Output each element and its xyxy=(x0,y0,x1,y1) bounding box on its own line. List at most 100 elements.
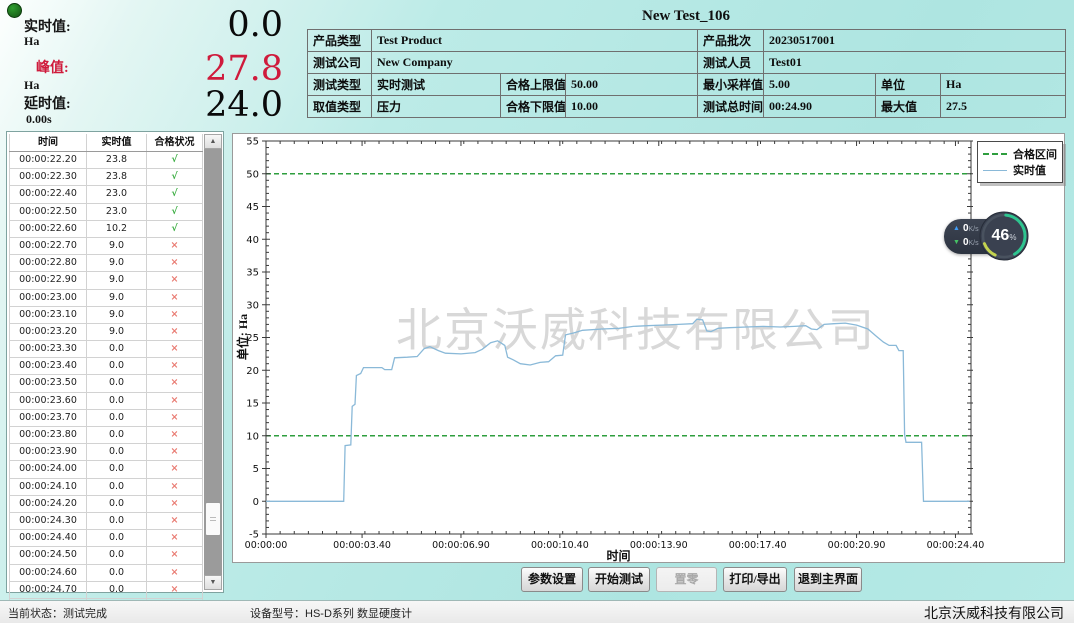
cross-icon: × xyxy=(147,461,203,477)
table-row[interactable]: 00:00:23.400.0× xyxy=(9,358,203,375)
table-row[interactable]: 00:00:22.2023.8√ xyxy=(9,152,203,169)
status-bar: 当前状态：测试完成 设备型号：HS-D系列 数显硬度计 北京沃威科技有限公司 xyxy=(0,600,1074,623)
table-row[interactable]: 00:00:24.700.0× xyxy=(9,582,203,599)
cell-value: 23.0 xyxy=(87,186,147,202)
table-row[interactable]: 00:00:22.809.0× xyxy=(9,255,203,272)
svg-text:30: 30 xyxy=(246,300,259,311)
cell-value: 0.0 xyxy=(87,358,147,374)
cell-time: 00:00:24.20 xyxy=(9,496,87,512)
table-row[interactable]: 00:00:22.709.0× xyxy=(9,238,203,255)
table-row[interactable]: 00:00:23.900.0× xyxy=(9,444,203,461)
scroll-down-icon[interactable]: ▼ xyxy=(204,575,222,590)
delay-value: 24.0 xyxy=(133,88,283,123)
cell-time: 00:00:23.30 xyxy=(9,341,87,357)
info-label: 最大值 xyxy=(876,96,941,118)
svg-text:北京沃威科技有限公司: 北京沃威科技有限公司 xyxy=(396,304,876,356)
svg-text:35: 35 xyxy=(246,268,259,279)
cross-icon: × xyxy=(147,341,203,357)
svg-text:单位: Ha: 单位: Ha xyxy=(235,314,250,360)
svg-text:0: 0 xyxy=(253,497,259,508)
cell-time: 00:00:23.90 xyxy=(9,444,87,460)
table-row[interactable]: 00:00:22.5023.0√ xyxy=(9,204,203,221)
table-row[interactable]: 00:00:23.209.0× xyxy=(9,324,203,341)
peak-unit: Ha xyxy=(24,78,39,93)
info-label: 单位 xyxy=(876,74,941,96)
legend-item-realtime: 实时值 xyxy=(983,162,1057,178)
table-row[interactable]: 00:00:23.109.0× xyxy=(9,307,203,324)
table-row[interactable]: 00:00:22.909.0× xyxy=(9,272,203,289)
check-icon: √ xyxy=(147,221,203,237)
zero-button[interactable]: 置零 xyxy=(656,567,717,592)
info-value: 10.00 xyxy=(566,96,698,118)
data-table-header: 时间 实时值 合格状况 xyxy=(9,134,203,152)
svg-text:55: 55 xyxy=(246,137,259,148)
chart-legend: 合格区间 实时值 xyxy=(977,141,1063,183)
table-row[interactable]: 00:00:23.700.0× xyxy=(9,410,203,427)
table-row[interactable]: 00:00:23.009.0× xyxy=(9,290,203,307)
col-header-value: 实时值 xyxy=(87,134,147,151)
table-row[interactable]: 00:00:24.300.0× xyxy=(9,513,203,530)
table-row[interactable]: 00:00:24.500.0× xyxy=(9,547,203,564)
status-company: 北京沃威科技有限公司 xyxy=(924,603,1064,623)
info-value: Ha xyxy=(941,74,1066,96)
cross-icon: × xyxy=(147,238,203,254)
cell-time: 00:00:24.10 xyxy=(9,479,87,495)
col-header-status: 合格状况 xyxy=(147,134,203,151)
cell-value: 9.0 xyxy=(87,307,147,323)
cell-time: 00:00:24.70 xyxy=(9,582,87,598)
info-value: Test01 xyxy=(764,52,1066,74)
cell-value: 23.0 xyxy=(87,204,147,220)
table-row[interactable]: 00:00:22.6010.2√ xyxy=(9,221,203,238)
data-table: 时间 实时值 合格状况 00:00:22.2023.8√00:00:22.302… xyxy=(9,134,203,616)
svg-text:10: 10 xyxy=(246,431,259,442)
start-test-button[interactable]: 开始测试 xyxy=(588,567,650,592)
scroll-up-icon[interactable]: ▲ xyxy=(204,134,222,149)
table-row[interactable]: 00:00:23.300.0× xyxy=(9,341,203,358)
scroll-thumb[interactable] xyxy=(205,502,221,536)
print-export-button[interactable]: 打印/导出 xyxy=(723,567,787,592)
cell-time: 00:00:23.50 xyxy=(9,375,87,391)
cell-time: 00:00:22.30 xyxy=(9,169,87,185)
table-row[interactable]: 00:00:23.800.0× xyxy=(9,427,203,444)
cell-time: 00:00:23.00 xyxy=(9,290,87,306)
cross-icon: × xyxy=(147,479,203,495)
table-row[interactable]: 00:00:23.600.0× xyxy=(9,393,203,410)
svg-text:20: 20 xyxy=(246,366,259,377)
table-row[interactable]: 00:00:24.000.0× xyxy=(9,461,203,478)
legend-dashed-line-icon xyxy=(983,153,1007,155)
info-value: 50.00 xyxy=(566,74,698,96)
table-row[interactable]: 00:00:24.400.0× xyxy=(9,530,203,547)
memory-percent: 46% xyxy=(976,208,1032,264)
exit-main-button[interactable]: 退到主界面 xyxy=(794,567,862,592)
table-row[interactable]: 00:00:24.600.0× xyxy=(9,565,203,582)
cell-time: 00:00:23.20 xyxy=(9,324,87,340)
cell-value: 9.0 xyxy=(87,255,147,271)
cell-time: 00:00:24.30 xyxy=(9,513,87,529)
info-table-body: 产品类型Test Product产品批次20230517001测试公司New C… xyxy=(308,30,1066,118)
data-table-panel: 时间 实时值 合格状况 00:00:22.2023.8√00:00:22.302… xyxy=(6,131,224,593)
cell-value: 0.0 xyxy=(87,582,147,598)
svg-text:5: 5 xyxy=(253,464,259,475)
cell-value: 0.0 xyxy=(87,410,147,426)
peak-value: 27.8 xyxy=(133,52,283,87)
info-value: 00:24.90 xyxy=(764,96,876,118)
cell-time: 00:00:22.40 xyxy=(9,186,87,202)
table-row[interactable]: 00:00:24.200.0× xyxy=(9,496,203,513)
table-row[interactable]: 00:00:24.100.0× xyxy=(9,479,203,496)
table-row[interactable]: 00:00:23.500.0× xyxy=(9,375,203,392)
cell-value: 0.0 xyxy=(87,427,147,443)
scrollbar[interactable]: ▲ ▼ xyxy=(204,134,222,590)
cross-icon: × xyxy=(147,290,203,306)
cross-icon: × xyxy=(147,496,203,512)
settings-button[interactable]: 参数设置 xyxy=(521,567,583,592)
legend-label: 实时值 xyxy=(1013,162,1046,178)
info-label: 取值类型 xyxy=(308,96,372,118)
cross-icon: × xyxy=(147,255,203,271)
net-speed-ball[interactable]: ▲0K/s ▼0K/s 46% xyxy=(942,208,1034,264)
table-row[interactable]: 00:00:22.3023.8√ xyxy=(9,169,203,186)
table-row[interactable]: 00:00:22.4023.0√ xyxy=(9,186,203,203)
info-label: 测试总时间 xyxy=(698,96,764,118)
status-state: 当前状态：测试完成 xyxy=(8,605,107,621)
cell-value: 9.0 xyxy=(87,238,147,254)
check-icon: √ xyxy=(147,152,203,168)
